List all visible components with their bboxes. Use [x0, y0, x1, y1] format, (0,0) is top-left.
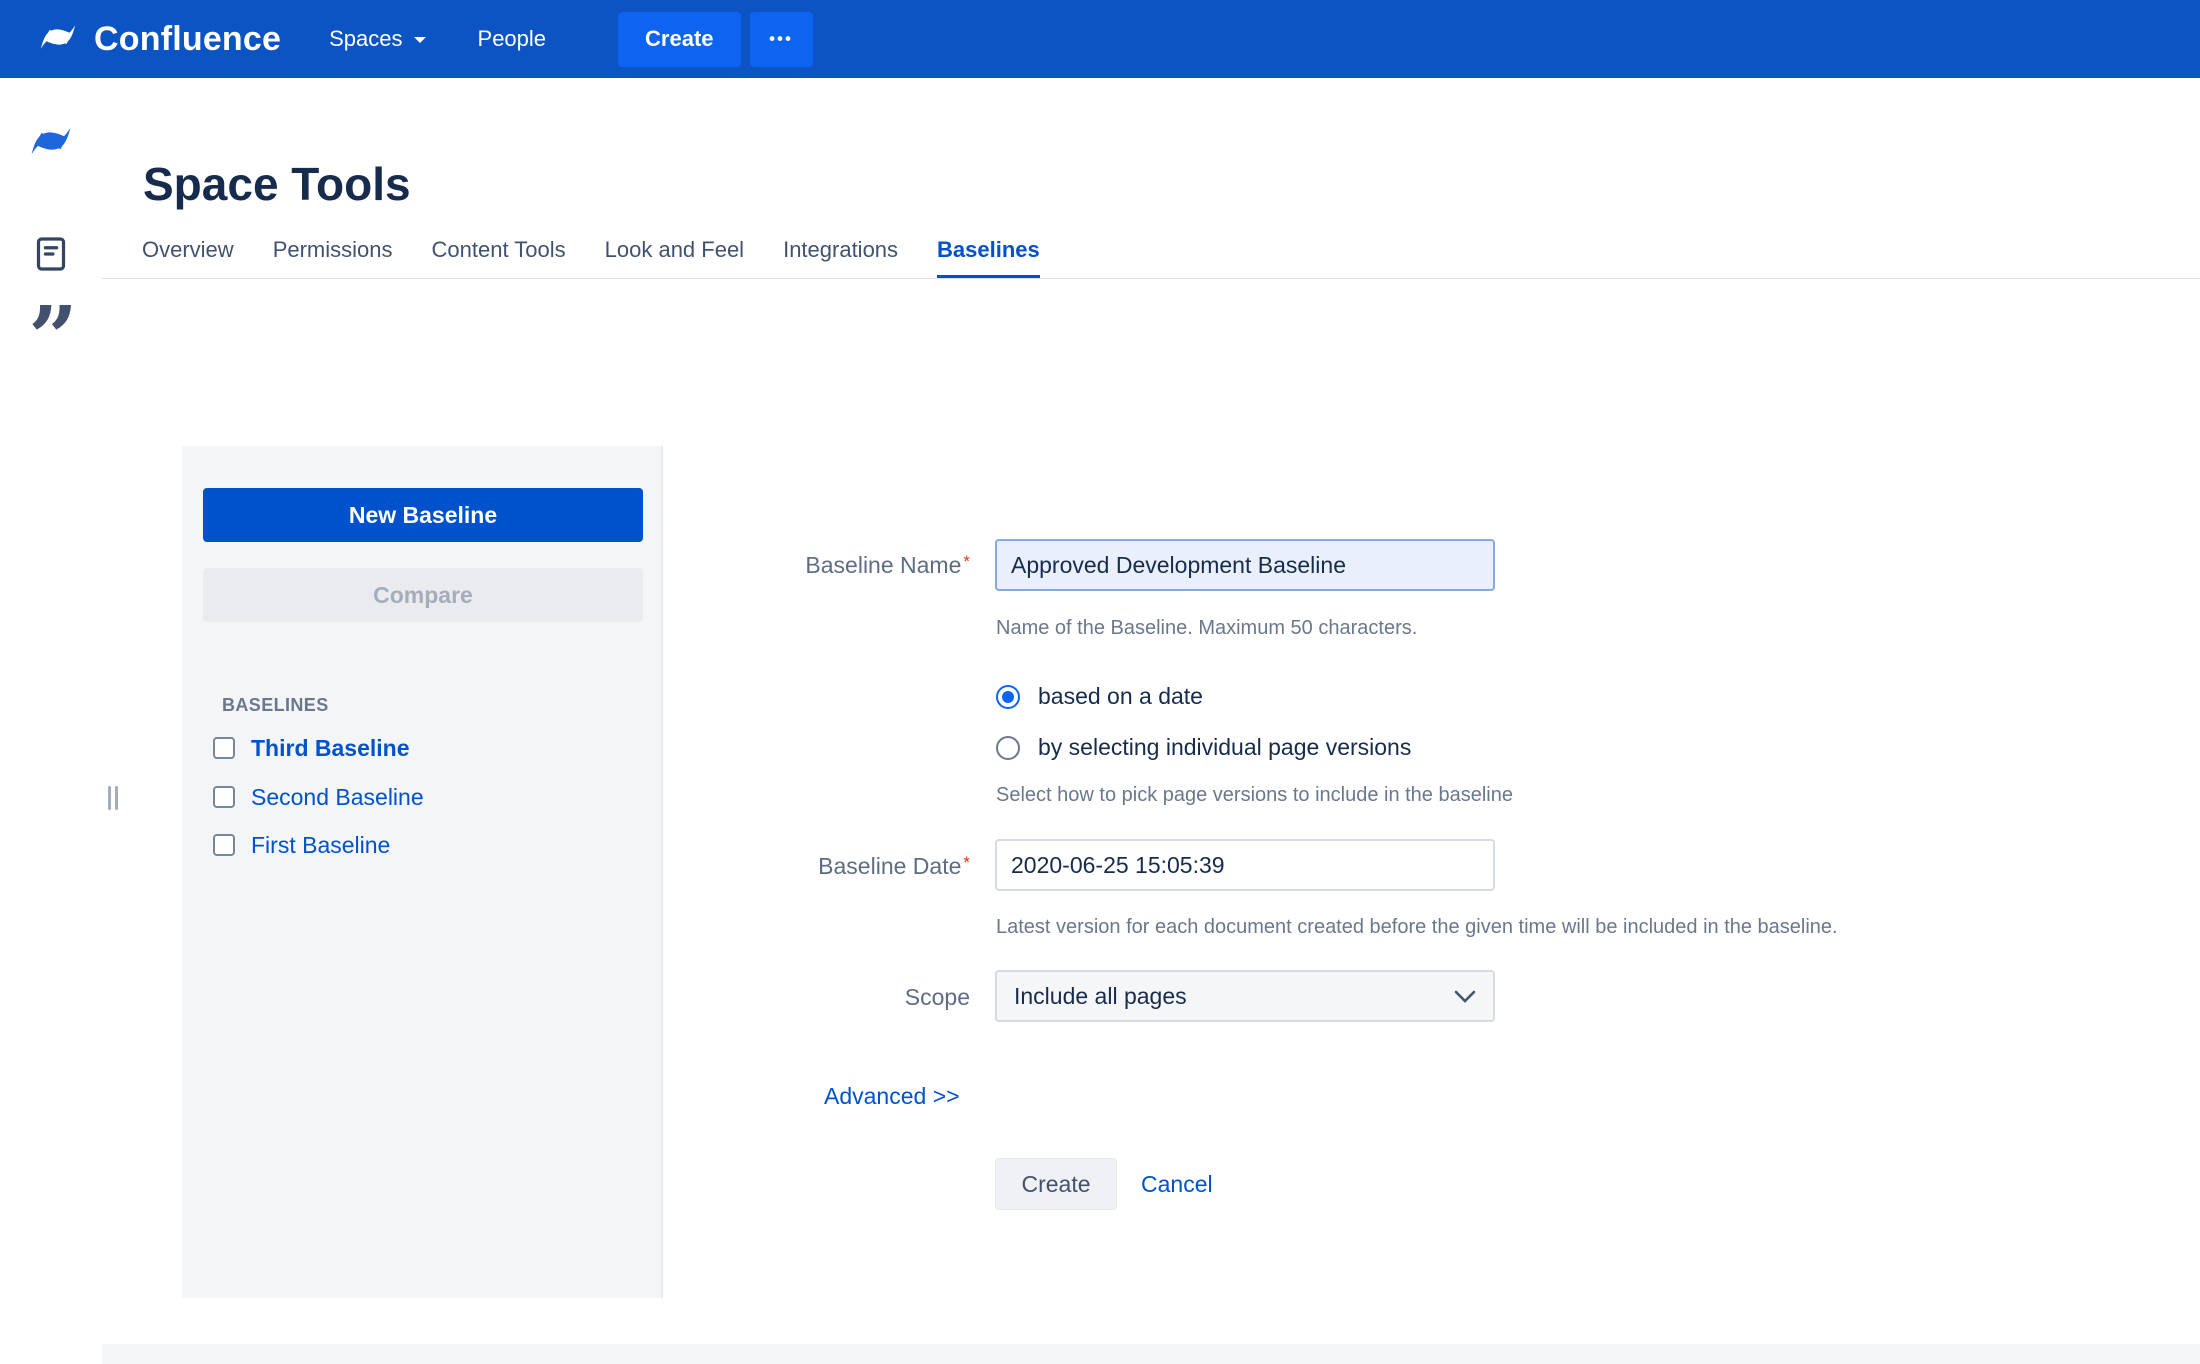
- space-sidebar: ”: [0, 78, 102, 1364]
- baseline-name-label: Baseline Name*: [560, 552, 970, 579]
- baseline-checkbox[interactable]: [213, 737, 235, 759]
- tab-content-tools[interactable]: Content Tools: [432, 237, 566, 279]
- form-create-button[interactable]: Create: [995, 1158, 1117, 1210]
- baseline-checkbox[interactable]: [213, 834, 235, 856]
- nav-spaces[interactable]: Spaces: [329, 26, 425, 52]
- chevron-down-icon: [414, 37, 426, 49]
- tab-look-and-feel[interactable]: Look and Feel: [605, 237, 744, 279]
- quotes-icon[interactable]: ”: [0, 296, 102, 376]
- new-baseline-button[interactable]: New Baseline: [203, 488, 643, 542]
- baseline-link-third[interactable]: Third Baseline: [251, 735, 409, 762]
- more-actions-button[interactable]: •••: [750, 12, 813, 67]
- required-asterisk: *: [963, 552, 970, 571]
- baseline-link-second[interactable]: Second Baseline: [251, 784, 424, 811]
- tab-overview[interactable]: Overview: [142, 237, 234, 279]
- confluence-space-tools-page: Confluence Spaces People Create •••: [0, 0, 2200, 1364]
- mode-help: Select how to pick page versions to incl…: [996, 784, 1513, 807]
- tab-permissions[interactable]: Permissions: [273, 237, 393, 279]
- radio-page-versions-label: by selecting individual page versions: [1038, 734, 1411, 761]
- baseline-name-help: Name of the Baseline. Maximum 50 charact…: [996, 617, 1417, 640]
- space-logo-icon[interactable]: [0, 116, 102, 166]
- tab-integrations[interactable]: Integrations: [783, 237, 898, 279]
- page-title: Space Tools: [143, 157, 411, 211]
- top-navigation-bar: Confluence Spaces People Create •••: [0, 0, 2200, 78]
- radio-page-versions[interactable]: by selecting individual page versions: [996, 734, 1411, 761]
- baseline-row: Second Baseline: [213, 782, 424, 812]
- radio-unselected-icon: [996, 736, 1020, 760]
- brand-name: Confluence: [94, 20, 281, 59]
- baseline-date-label: Baseline Date*: [560, 853, 970, 880]
- baselines-list-heading: BASELINES: [222, 695, 329, 716]
- footer-band: [102, 1344, 2200, 1364]
- cancel-link[interactable]: Cancel: [1141, 1171, 1213, 1198]
- nav-people[interactable]: People: [478, 26, 547, 52]
- baseline-date-input[interactable]: [995, 839, 1495, 891]
- tab-baselines[interactable]: Baselines: [937, 237, 1040, 279]
- baseline-row: First Baseline: [213, 830, 390, 860]
- baseline-link-first[interactable]: First Baseline: [251, 832, 390, 859]
- chevron-down-icon: [1454, 990, 1476, 1003]
- scope-select[interactable]: Include all pages: [995, 970, 1495, 1022]
- confluence-logo-icon: [36, 15, 80, 64]
- baseline-date-help: Latest version for each document created…: [996, 916, 1838, 939]
- space-tools-tabs: Overview Permissions Content Tools Look …: [142, 237, 1040, 279]
- radio-selected-icon: [996, 685, 1020, 709]
- nav-spaces-label: Spaces: [329, 26, 402, 52]
- tabs-divider: [102, 278, 2200, 279]
- required-asterisk: *: [963, 853, 970, 872]
- scope-select-value: Include all pages: [1014, 983, 1187, 1010]
- nav-people-label: People: [478, 26, 547, 52]
- radio-based-on-date-label: based on a date: [1038, 683, 1203, 710]
- baseline-checkbox[interactable]: [213, 786, 235, 808]
- baseline-date-label-text: Baseline Date: [818, 853, 961, 879]
- baseline-name-input[interactable]: [995, 539, 1495, 591]
- sidebar-resize-handle[interactable]: [108, 786, 118, 810]
- baseline-name-label-text: Baseline Name: [805, 552, 961, 578]
- confluence-home-link[interactable]: Confluence: [36, 15, 281, 64]
- quote-glyph: ”: [28, 296, 73, 382]
- scope-label: Scope: [560, 984, 970, 1011]
- radio-based-on-date[interactable]: based on a date: [996, 683, 1203, 710]
- create-button[interactable]: Create: [618, 12, 740, 67]
- baseline-row: Third Baseline: [213, 733, 409, 763]
- pages-icon[interactable]: [0, 234, 102, 274]
- advanced-link[interactable]: Advanced >>: [824, 1083, 960, 1110]
